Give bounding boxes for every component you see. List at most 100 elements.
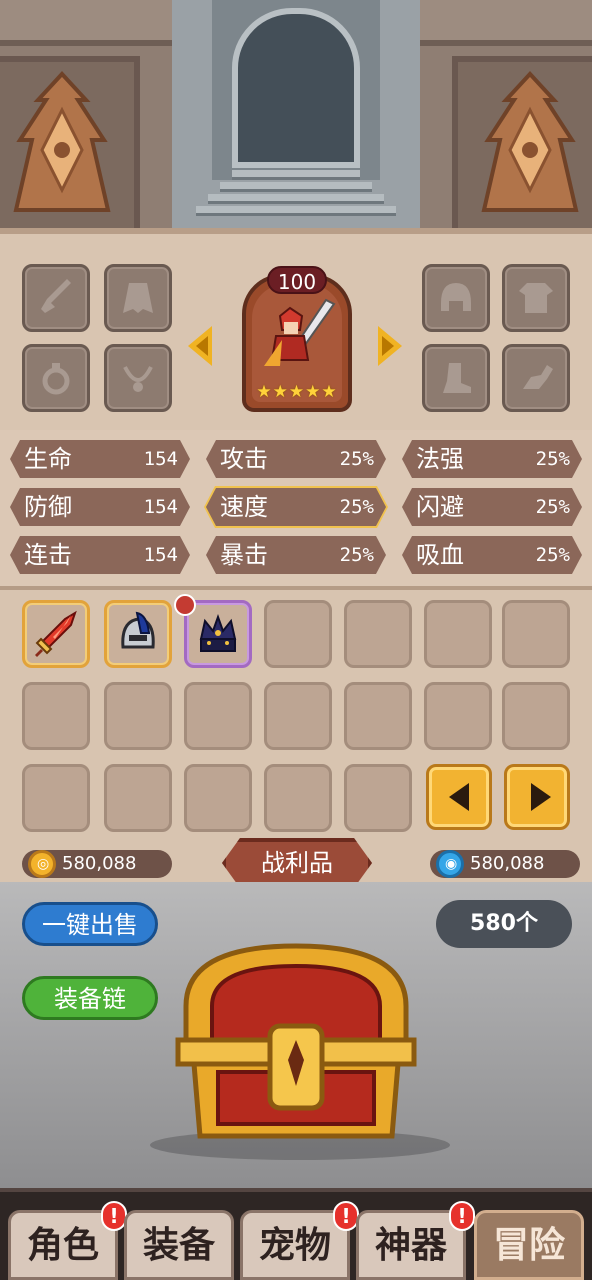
gold-coin-icon: ◎ [28,850,56,878]
nav-tab-label: 冒险 [492,1225,565,1266]
equip-chain-button[interactable]: 装备链 [22,976,158,1020]
inventory-slot-11[interactable] [264,682,332,750]
hero-sprite-icon [264,298,336,366]
helmet-slot-icon [441,283,471,311]
ring-slot-icon [42,363,70,395]
stat-name: 生命 [24,445,72,473]
castle-steps [196,170,396,228]
helmet-slot[interactable] [422,264,490,332]
next-character-arrow[interactable] [378,326,402,366]
inventory-slot-5[interactable] [344,600,412,668]
stat-value: 25% [339,448,374,470]
inventory-slot-7[interactable] [502,600,570,668]
stat-value: 25% [339,496,374,518]
currency-bar: ◎ 580,088 战利品 ◉ 580,088 [0,838,592,888]
alert-icon: ! [449,1201,475,1231]
inventory-next-page-button[interactable] [504,764,570,830]
blue-gem-icon: ◉ [436,850,464,878]
prev-character-arrow[interactable] [188,326,212,366]
gem-counter: ◉ 580,088 [430,850,580,878]
hero-star-rating: ★★★★★ [256,382,338,402]
inventory-slot-19[interactable] [344,764,412,832]
inventory-slot-6[interactable] [424,600,492,668]
sell-all-button[interactable]: 一键出售 [22,902,158,946]
armor-slot-icon [519,283,553,313]
inventory-slot-2[interactable] [104,600,172,668]
gem-glyph: ◉ [445,856,458,872]
inventory-slot-4[interactable] [264,600,332,668]
loot-count-badge: 580个 [436,900,572,948]
stat-name: 攻击 [220,445,268,473]
inventory-slot-17[interactable] [184,764,252,832]
boots-slot[interactable] [422,344,490,412]
left-arrow-icon [449,783,469,811]
inventory-prev-page-button[interactable] [426,764,492,830]
loot-chest-area: 一键出售 装备链 580个 [0,882,592,1188]
nav-tab-pets[interactable]: 宠物 ! [240,1201,359,1280]
armor-slot[interactable] [502,264,570,332]
nav-tab-artifacts[interactable]: 神器 ! [356,1201,475,1280]
stats-panel: 生命 154 攻击 25% 法强 25% 防御 154 速度 25% 闪避 25… [0,430,592,590]
necklace-slot-icon [123,366,153,392]
stat-hp: 生命 154 [10,440,190,478]
cape-slot-icon [123,283,153,313]
stat-value: 25% [535,496,570,518]
weapon-slot[interactable] [22,264,90,332]
stat-magic-power: 法强 25% [402,440,582,478]
sword-slot-icon [41,279,71,313]
necklace-slot[interactable] [104,344,172,412]
stat-defense: 防御 154 [10,488,190,526]
pet-slot[interactable] [502,344,570,412]
gold-coin-glyph: ◎ [37,856,50,872]
cape-slot[interactable] [104,264,172,332]
hammer-badge-icon [174,594,196,616]
blue-helmet-item-icon [121,611,155,649]
character-equipment-panel: 100 ★★★★★ [0,228,592,430]
inventory-slot-8[interactable] [22,682,90,750]
inventory-slot-16[interactable] [104,764,172,832]
stat-name: 防御 [24,493,72,521]
nav-tab-character[interactable]: 角色 ! [8,1201,127,1280]
nav-tab-adventure[interactable]: 冒险 [474,1210,584,1280]
stat-name: 连击 [24,541,72,569]
inventory-slot-13[interactable] [424,682,492,750]
stat-speed: 速度 25% [206,488,386,526]
loot-title: 战利品 [222,838,372,888]
red-sword-item-icon [35,610,77,657]
gold-amount: 580,088 [62,853,137,874]
inventory-slot-14[interactable] [502,682,570,750]
inventory-slot-12[interactable] [344,682,412,750]
gem-amount: 580,088 [470,853,545,874]
stat-name: 法强 [416,445,464,473]
stat-value: 25% [535,544,570,566]
stat-value: 154 [143,448,178,470]
inventory-slot-18[interactable] [264,764,332,832]
stat-name: 速度 [220,493,268,521]
treasure-chest-icon[interactable] [166,936,426,1158]
right-arrow-icon [531,783,551,811]
bottom-navigation: 角色 ! 装备 宠物 ! 神器 ! 冒险 [0,1188,592,1280]
ring-slot[interactable] [22,344,90,412]
inventory-slot-1[interactable] [22,600,90,668]
inventory-slot-15[interactable] [22,764,90,832]
nav-tab-label: 宠物 [258,1225,331,1266]
stat-attack: 攻击 25% [206,440,386,478]
nav-tab-label: 角色 [26,1225,99,1266]
nav-tab-equipment[interactable]: 装备 [124,1210,234,1280]
inventory-slot-10[interactable] [184,682,252,750]
stat-combo: 连击 154 [10,536,190,574]
boots-slot-icon [443,363,471,393]
stat-value: 25% [535,448,570,470]
castle-background [0,0,592,228]
stat-dodge: 闪避 25% [402,488,582,526]
right-throne-icon [481,71,579,212]
right-wall-trim [420,0,592,46]
stat-name: 闪避 [416,493,464,521]
left-wall-trim [0,0,172,46]
stat-name: 吸血 [416,541,464,569]
stat-value: 154 [143,496,178,518]
pet-slot-icon [523,365,553,389]
stat-crit: 暴击 25% [206,536,386,574]
inventory-slot-9[interactable] [104,682,172,750]
hero-level-badge: 100 [267,266,327,294]
